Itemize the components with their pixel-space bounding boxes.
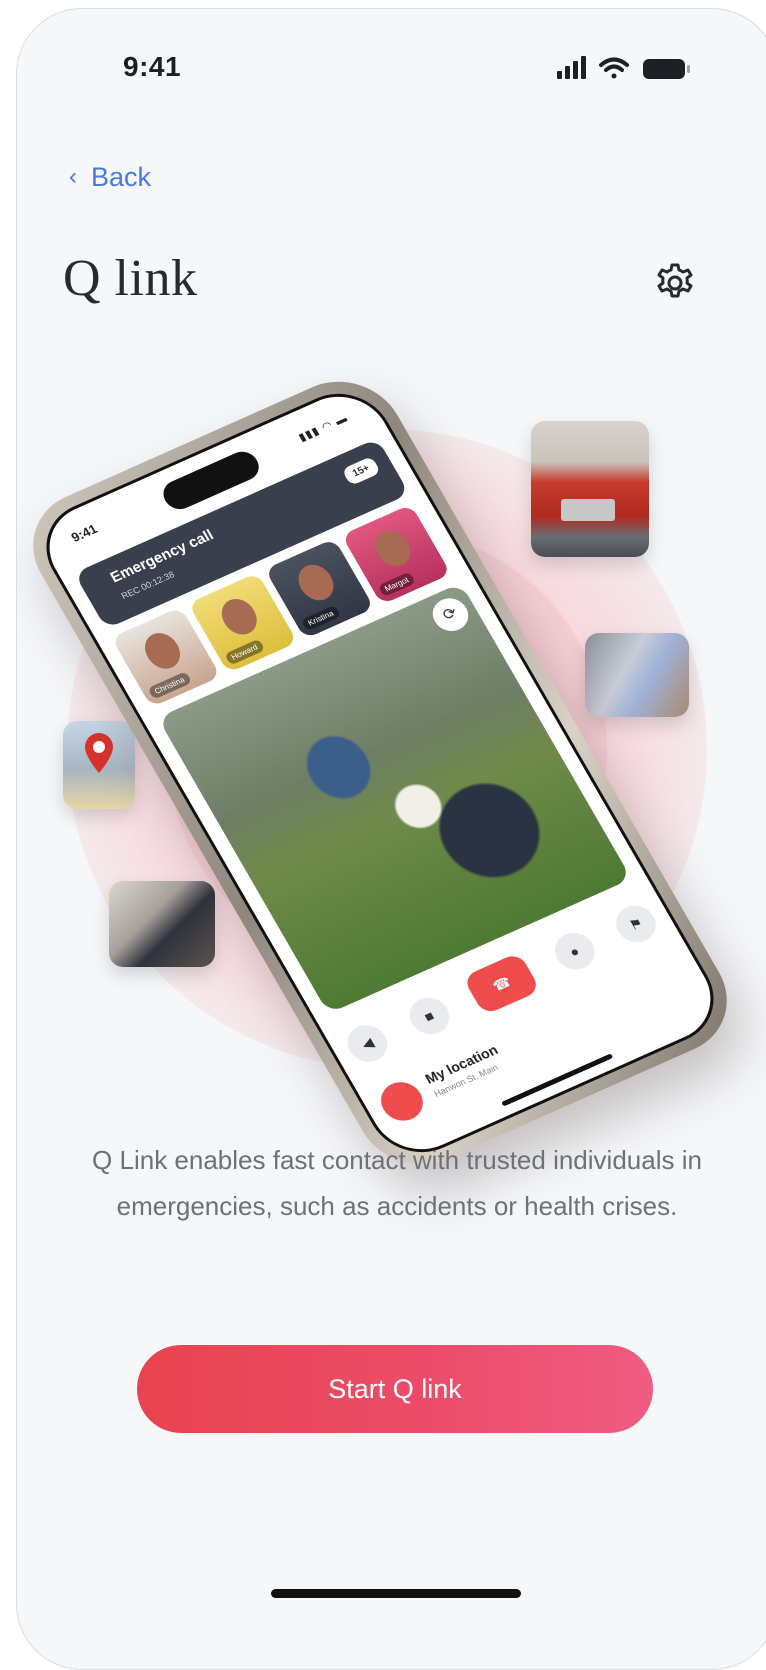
mic-icon: ● xyxy=(547,927,602,976)
fire-truck-grill xyxy=(561,499,615,521)
page-title: Q link xyxy=(63,250,198,307)
mock-status-time: 9:41 xyxy=(68,521,100,545)
participant-name: Margot xyxy=(377,571,416,598)
video-icon: ■ xyxy=(402,991,456,1041)
avatar xyxy=(291,559,341,606)
gear-icon[interactable] xyxy=(653,261,697,305)
status-icons xyxy=(557,56,690,79)
participants-badge: 15+ xyxy=(341,456,382,486)
avatar xyxy=(138,627,187,674)
description-text: Q Link enables fast contact with trusted… xyxy=(92,1145,702,1221)
status-time: 9:41 xyxy=(123,51,182,82)
start-q-link-button[interactable]: Start Q link xyxy=(137,1345,653,1433)
wifi-icon xyxy=(599,57,629,79)
end-call-icon: ☎ xyxy=(462,951,542,1016)
back-label: Back xyxy=(91,161,152,192)
hospital-image xyxy=(585,633,689,717)
participant-name: Christina xyxy=(147,671,192,700)
flag-icon: ⚑ xyxy=(609,899,663,949)
battery-icon xyxy=(643,59,690,79)
home-indicator xyxy=(271,1589,521,1598)
mock-status-icons: ▮▮▮ ◠ ▬ xyxy=(296,412,351,444)
participant-name: Howard xyxy=(224,638,265,666)
avatar xyxy=(215,593,264,640)
map-pin-image xyxy=(63,721,135,809)
app-screen: 9:41 ‹ Back Q link 9:41 ▮▮▮ ◠ ▬ Emergenc… xyxy=(16,8,766,1670)
speaker-icon: ◀ xyxy=(340,1019,395,1068)
fire-truck-image xyxy=(531,421,649,557)
back-button[interactable]: ‹ Back xyxy=(69,157,151,197)
avatar xyxy=(368,525,417,572)
location-icon xyxy=(373,1075,431,1128)
map-pin-icon xyxy=(85,733,113,773)
chevron-left-icon: ‹ xyxy=(69,163,77,190)
signal-icon xyxy=(557,56,586,79)
participant-name: Kristina xyxy=(300,605,341,632)
phone-in-hand-image xyxy=(109,881,215,967)
